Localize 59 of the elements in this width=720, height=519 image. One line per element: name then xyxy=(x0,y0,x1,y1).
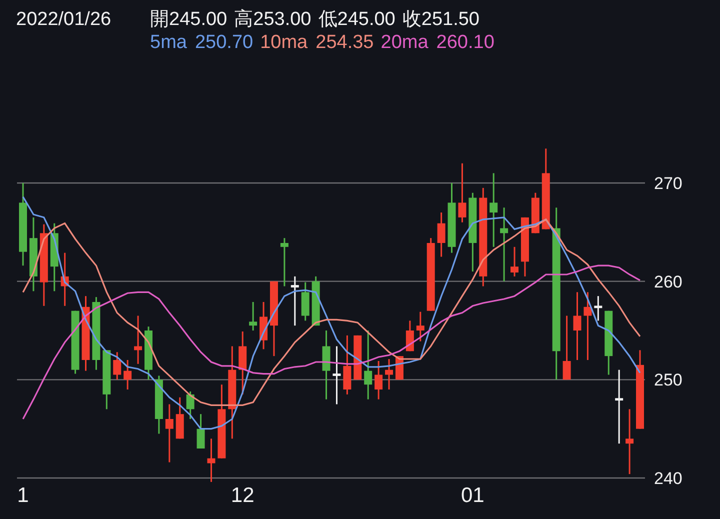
candlestick xyxy=(134,316,142,364)
candlestick xyxy=(102,350,111,410)
candlestick xyxy=(562,316,571,380)
candlestick xyxy=(385,359,394,390)
axis-label: 240 xyxy=(654,469,682,488)
axis-label: 270 xyxy=(654,174,682,193)
price-reading: 低245.00 xyxy=(318,8,396,31)
candlestick xyxy=(165,404,174,462)
candlestick xyxy=(584,292,592,360)
axis-label: 250 xyxy=(654,370,682,390)
legend-label: 5ma xyxy=(150,31,187,54)
candlestick xyxy=(520,217,529,276)
candlestick xyxy=(448,183,456,253)
candlestick xyxy=(406,320,414,352)
legend-label: 10ma xyxy=(260,31,308,54)
candlestick xyxy=(238,331,247,394)
candlestick xyxy=(144,326,152,380)
candlestick xyxy=(573,292,582,360)
candlestick xyxy=(343,335,352,394)
candlestick xyxy=(207,438,216,482)
candlestick xyxy=(626,409,634,474)
candlestick xyxy=(510,246,518,276)
candlestick xyxy=(374,360,383,400)
candlestick xyxy=(458,163,466,222)
legend-label: 20ma xyxy=(380,31,428,54)
moving-average-reading: 254.35 xyxy=(316,31,374,54)
axis-label: 12 xyxy=(230,484,254,507)
candlestick xyxy=(186,391,194,419)
moving-average-reading: 250.70 xyxy=(194,31,254,54)
candlestick xyxy=(332,346,341,404)
candlestick xyxy=(354,335,362,380)
candlestick xyxy=(604,310,613,375)
candlestick xyxy=(260,302,268,350)
candlestick xyxy=(416,312,424,342)
date-label: 2022/01/26 xyxy=(16,8,112,31)
candlestick xyxy=(322,330,330,400)
candlestick xyxy=(594,296,602,321)
candlestick xyxy=(60,252,69,306)
candlestick xyxy=(301,282,310,321)
candlestick xyxy=(176,397,184,439)
candlestick xyxy=(71,310,80,374)
axis-label: 01 xyxy=(461,484,484,507)
price-reading: 高253.00 xyxy=(234,8,312,31)
candlestick xyxy=(50,223,58,292)
candlestick xyxy=(290,276,299,326)
axis-label: 1 xyxy=(17,484,29,507)
candlestick xyxy=(154,376,163,434)
candlestick xyxy=(196,414,205,448)
candlestick xyxy=(531,192,540,234)
moving-average-reading: 260.10 xyxy=(436,31,494,54)
candlestick xyxy=(113,352,122,380)
candlestick xyxy=(364,330,372,400)
price-reading: 開245.00 xyxy=(150,8,228,31)
price-reading: 收251.50 xyxy=(402,8,480,31)
axis-label: 260 xyxy=(654,272,682,292)
candlestick xyxy=(437,212,446,257)
candlestick xyxy=(249,302,258,330)
candlestick xyxy=(124,360,132,390)
candlestick xyxy=(280,238,288,286)
